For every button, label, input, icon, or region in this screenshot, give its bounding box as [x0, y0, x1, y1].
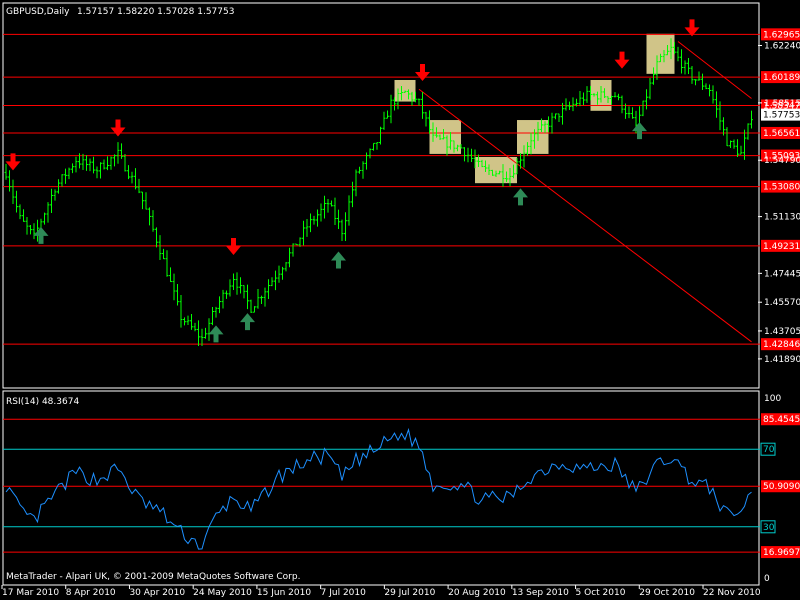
- current-price-label: 1.57753: [763, 111, 800, 121]
- level-label-7: 1.42846: [763, 340, 800, 350]
- rsi-level-label-0: 85.4545: [763, 415, 800, 425]
- price-tick-label: 1.43705: [764, 327, 800, 337]
- level-label-6: 1.49231: [763, 242, 800, 252]
- time-tick-label: 22 Nov 2010: [703, 588, 761, 598]
- level-label-0: 1.62965: [763, 30, 800, 40]
- symbol-label: GBPUSD,Daily: [6, 7, 70, 17]
- rsi-tick-label: 0: [764, 574, 770, 584]
- time-tick-label: 17 Mar 2010: [2, 588, 59, 598]
- price-tick-label: 1.45570: [764, 298, 800, 308]
- price-tick-label: 1.58515: [764, 99, 800, 109]
- price-tick-label: 1.47445: [764, 269, 800, 279]
- rsi-level-label-1: 70: [763, 445, 775, 455]
- time-tick-label: 29 Jul 2010: [384, 588, 435, 598]
- level-label-3: 1.56561: [763, 129, 800, 139]
- price-panel[interactable]: GBPUSD,Daily 1.57157 1.58220 1.57028 1.5…: [2, 2, 760, 389]
- rsi-level-label-2: 50.9090: [763, 482, 800, 492]
- time-tick-label: 7 Jul 2010: [321, 588, 366, 598]
- zone-1: [429, 120, 461, 154]
- time-tick-label: 30 Apr 2010: [129, 588, 185, 598]
- zone-2: [475, 157, 517, 184]
- rsi-panel-frame: [2, 390, 760, 586]
- copyright-label: MetaTrader - Alpari UK, © 2001-2009 Meta…: [6, 572, 300, 582]
- time-tick-label: 20 Aug 2010: [448, 588, 506, 598]
- rsi-panel[interactable]: RSI(14) 48.3674 MetaTrader - Alpari UK, …: [2, 390, 760, 586]
- rsi-level-label-4: 16.9697: [763, 548, 800, 558]
- time-axis: 17 Mar 2010 8 Apr 2010 30 Apr 2010 24 May 2…: [1, 585, 761, 598]
- price-axis: 1.629651.601891.583471.565611.550931.530…: [758, 28, 800, 365]
- rsi-title: RSI(14) 48.3674: [6, 397, 79, 407]
- ohlc-label: 1.57157 1.58220 1.57028 1.57753: [77, 7, 234, 17]
- time-tick-label: 24 May 2010: [193, 588, 252, 598]
- price-tick-label: 1.54790: [764, 156, 800, 166]
- level-label-1: 1.60189: [763, 73, 800, 83]
- time-tick-label: 29 Oct 2010: [639, 588, 695, 598]
- time-tick-label: 8 Apr 2010: [66, 588, 116, 598]
- trading-chart[interactable]: GBPUSD,Daily 1.57157 1.58220 1.57028 1.5…: [0, 0, 800, 600]
- price-tick-label: 1.41890: [764, 355, 800, 365]
- level-label-5: 1.53080: [763, 183, 800, 193]
- rsi-level-label-3: 30: [763, 523, 775, 533]
- time-tick-label: 5 Oct 2010: [576, 588, 626, 598]
- rsi-axis: 85.4545 70 50.9090 30 16.9697 100 0: [760, 394, 800, 584]
- price-tick-label: 1.51130: [764, 213, 800, 223]
- price-tick-label: 1.62240: [764, 42, 800, 52]
- time-tick-label: 13 Sep 2010: [512, 588, 569, 598]
- time-tick-label: 15 Jun 2010: [257, 588, 311, 598]
- rsi-tick-label: 100: [764, 394, 781, 404]
- price-panel-frame: [2, 2, 760, 389]
